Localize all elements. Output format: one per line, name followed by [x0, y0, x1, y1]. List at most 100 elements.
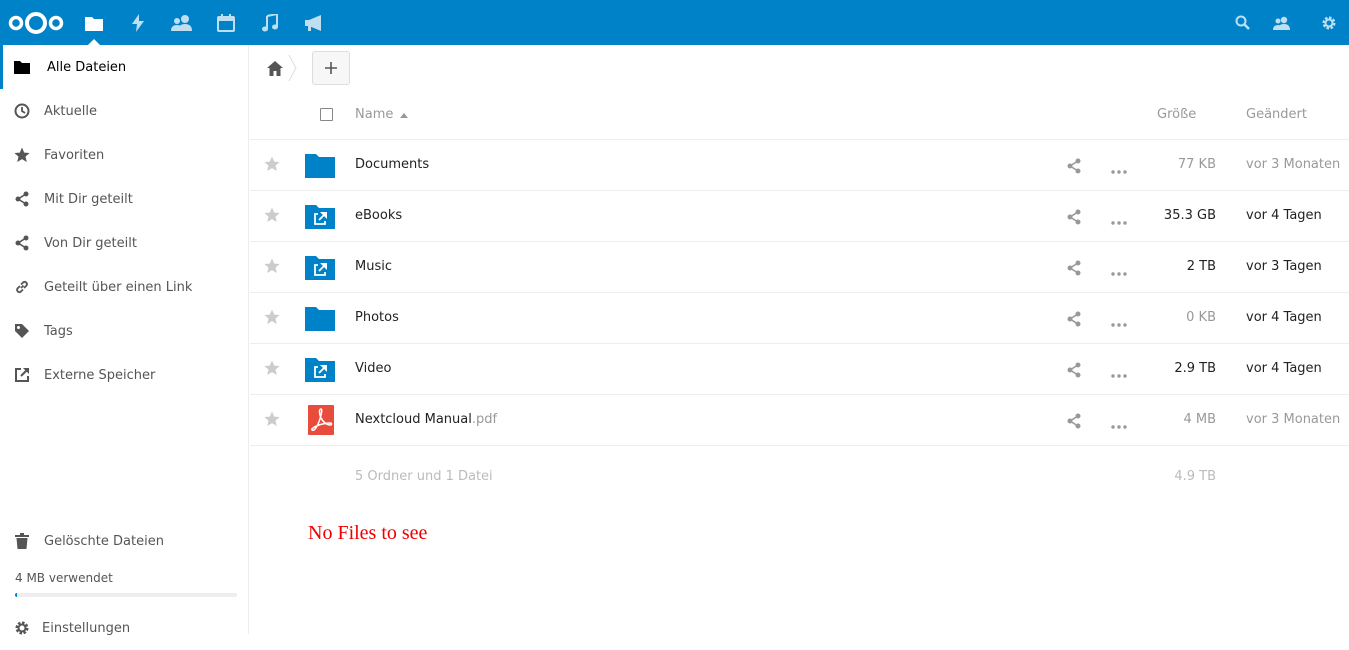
external-folder-icon[interactable]: [305, 356, 335, 382]
file-name[interactable]: Nextcloud Manual.pdf: [355, 412, 497, 427]
nav-all-files[interactable]: Alle Dateien: [0, 45, 248, 89]
activity-app-icon[interactable]: [116, 0, 160, 45]
share-icon[interactable]: [1067, 311, 1081, 331]
column-modified-header[interactable]: Geändert: [1246, 107, 1307, 122]
nav-shared-with-you[interactable]: Mit Dir geteilt: [0, 177, 248, 221]
nav-label: Von Dir geteilt: [44, 235, 137, 251]
nav-deleted-files[interactable]: Gelöschte Dateien: [0, 519, 248, 563]
nav-tags[interactable]: Tags: [0, 309, 248, 353]
nextcloud-logo[interactable]: [4, 0, 68, 45]
file-row[interactable]: Video 2.9 TB vor 4 Tagen: [250, 344, 1349, 395]
breadcrumb-home[interactable]: [264, 57, 286, 79]
favorite-star-icon[interactable]: [264, 156, 280, 176]
new-file-button[interactable]: [312, 51, 350, 85]
sort-ascending-icon: [400, 113, 408, 118]
more-actions-icon[interactable]: [1111, 418, 1127, 433]
nav-label: Gelöschte Dateien: [44, 533, 164, 549]
select-all-checkbox[interactable]: [320, 108, 333, 121]
files-app-icon[interactable]: [72, 0, 116, 45]
favorite-star-icon[interactable]: [264, 207, 280, 227]
favorite-star-icon[interactable]: [264, 258, 280, 278]
external-folder-icon[interactable]: [305, 254, 335, 280]
favorite-star-icon[interactable]: [264, 309, 280, 329]
share-icon[interactable]: [1067, 413, 1081, 433]
share-icon: [14, 235, 30, 251]
search-icon[interactable]: [1221, 0, 1265, 45]
tag-icon: [14, 323, 30, 339]
file-name[interactable]: Documents: [355, 157, 429, 172]
settings-gear-icon[interactable]: [1307, 0, 1349, 45]
file-basename: eBooks: [355, 208, 403, 223]
column-name-header[interactable]: Name: [355, 107, 393, 122]
nav-external-storage[interactable]: Externe Speicher: [0, 353, 248, 397]
more-actions-icon[interactable]: [1111, 367, 1127, 382]
file-modified: vor 4 Tagen: [1246, 208, 1322, 223]
file-modified: vor 3 Tagen: [1246, 259, 1322, 274]
breadcrumb-separator: [288, 55, 297, 81]
share-icon[interactable]: [1067, 260, 1081, 280]
share-icon: [14, 191, 30, 207]
file-row[interactable]: Documents 77 KB vor 3 Monaten: [250, 140, 1349, 191]
file-row[interactable]: Photos 0 KB vor 4 Tagen: [250, 293, 1349, 344]
column-size-header[interactable]: Größe: [1157, 107, 1196, 122]
file-size: 77 KB: [1177, 157, 1216, 172]
file-size: 0 KB: [1186, 310, 1216, 325]
more-actions-icon[interactable]: [1111, 316, 1127, 331]
file-row[interactable]: Music 2 TB vor 3 Tagen: [250, 242, 1349, 293]
contacts-app-icon[interactable]: [160, 0, 204, 45]
app-navigation: Alle Dateien Aktuelle Favoriten Mit Dir …: [0, 45, 249, 636]
file-modified: vor 4 Tagen: [1246, 310, 1322, 325]
file-name[interactable]: Photos: [355, 310, 399, 325]
favorite-star-icon[interactable]: [264, 411, 280, 431]
quota-fill: [15, 593, 18, 597]
summary-count: 5 Ordner und 1 Datei: [355, 469, 493, 484]
external-folder-icon[interactable]: [305, 203, 335, 229]
file-name[interactable]: Music: [355, 259, 392, 274]
nav-shared-by-you[interactable]: Von Dir geteilt: [0, 221, 248, 265]
controls-bar: [250, 45, 1349, 90]
more-actions-icon[interactable]: [1111, 214, 1127, 229]
share-icon[interactable]: [1067, 158, 1081, 178]
nav-label: Tags: [44, 323, 73, 339]
file-row[interactable]: Nextcloud Manual.pdf 4 MB vor 3 Monaten: [250, 395, 1349, 446]
announcements-app-icon[interactable]: [292, 0, 336, 45]
calendar-app-icon[interactable]: [204, 0, 248, 45]
music-app-icon[interactable]: [248, 0, 292, 45]
nav-shared-by-link[interactable]: Geteilt über einen Link: [0, 265, 248, 309]
folder-icon[interactable]: [305, 305, 335, 331]
nav-label: Mit Dir geteilt: [44, 191, 133, 207]
nav-label: Alle Dateien: [47, 59, 127, 75]
file-size: 2.9 TB: [1174, 361, 1216, 376]
file-row[interactable]: eBooks 35.3 GB vor 4 Tagen: [250, 191, 1349, 242]
app-content: Name Größe Geändert Documents 77 KB vor 3 …: [250, 45, 1349, 634]
folder-icon: [14, 59, 30, 75]
nav-recent[interactable]: Aktuelle: [0, 89, 248, 133]
file-size: 2 TB: [1186, 259, 1216, 274]
trash-icon: [14, 533, 30, 549]
quota-text: 4 MB verwendet: [15, 571, 113, 585]
file-basename: Documents: [355, 157, 430, 172]
clock-icon: [14, 103, 30, 119]
nav-favorites[interactable]: Favoriten: [0, 133, 248, 177]
file-name[interactable]: Video: [355, 361, 391, 376]
file-name[interactable]: eBooks: [355, 208, 402, 223]
plus-icon: [325, 62, 337, 74]
file-modified: vor 4 Tagen: [1246, 361, 1322, 376]
folder-icon[interactable]: [305, 152, 335, 178]
favorite-star-icon[interactable]: [264, 360, 280, 380]
nav-settings[interactable]: Einstellungen: [0, 606, 248, 650]
app-header: [0, 0, 1349, 45]
file-modified: vor 3 Monaten: [1246, 157, 1341, 172]
nav-label: Favoriten: [44, 147, 105, 163]
more-actions-icon[interactable]: [1111, 265, 1127, 280]
nav-label: Einstellungen: [42, 620, 131, 636]
share-icon[interactable]: [1067, 209, 1081, 229]
quota-bar: [15, 593, 237, 597]
more-actions-icon[interactable]: [1111, 163, 1127, 178]
share-icon[interactable]: [1067, 362, 1081, 382]
pdf-file-icon[interactable]: [306, 405, 336, 435]
summary-size: 4.9 TB: [1174, 469, 1216, 484]
file-modified: vor 3 Monaten: [1246, 412, 1341, 427]
contacts-menu-icon[interactable]: [1260, 0, 1304, 45]
home-icon: [267, 60, 283, 76]
